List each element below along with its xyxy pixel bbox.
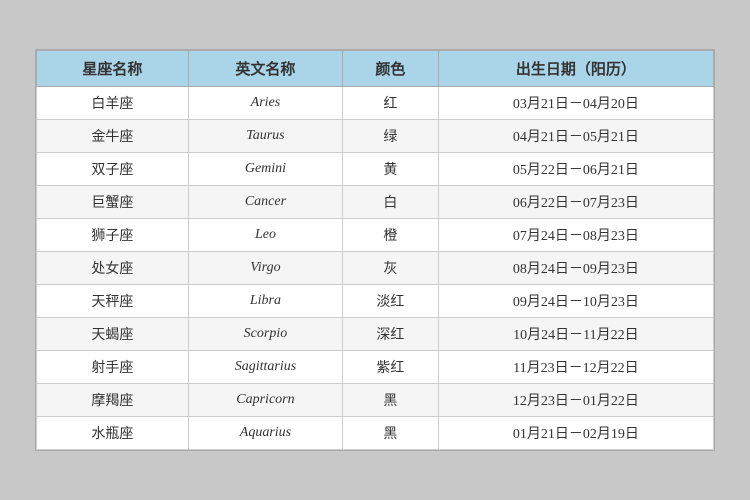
table-row: 白羊座Aries红03月21日－04月20日 bbox=[37, 87, 714, 120]
table-cell: 橙 bbox=[343, 219, 439, 252]
table-cell: 摩羯座 bbox=[37, 384, 189, 417]
table-row: 金牛座Taurus绿04月21日－05月21日 bbox=[37, 120, 714, 153]
table-cell: Scorpio bbox=[188, 318, 342, 351]
table-cell: Leo bbox=[188, 219, 342, 252]
table-cell: Cancer bbox=[188, 186, 342, 219]
table-cell: 灰 bbox=[343, 252, 439, 285]
table-cell: 黑 bbox=[343, 384, 439, 417]
table-cell: 绿 bbox=[343, 120, 439, 153]
table-cell: Virgo bbox=[188, 252, 342, 285]
table-cell: Aquarius bbox=[188, 417, 342, 450]
table-cell: 射手座 bbox=[37, 351, 189, 384]
table-row: 天蝎座Scorpio深红10月24日－11月22日 bbox=[37, 318, 714, 351]
table-cell: 10月24日－11月22日 bbox=[438, 318, 713, 351]
table-cell: 狮子座 bbox=[37, 219, 189, 252]
table-cell: 水瓶座 bbox=[37, 417, 189, 450]
table-cell: Gemini bbox=[188, 153, 342, 186]
table-body: 白羊座Aries红03月21日－04月20日金牛座Taurus绿04月21日－0… bbox=[37, 87, 714, 450]
table-row: 摩羯座Capricorn黑12月23日－01月22日 bbox=[37, 384, 714, 417]
table-cell: 白羊座 bbox=[37, 87, 189, 120]
table-cell: 08月24日－09月23日 bbox=[438, 252, 713, 285]
table-header-cell: 出生日期（阳历） bbox=[438, 51, 713, 87]
table-cell: 09月24日－10月23日 bbox=[438, 285, 713, 318]
table-cell: 黑 bbox=[343, 417, 439, 450]
table-cell: 紫红 bbox=[343, 351, 439, 384]
table-row: 处女座Virgo灰08月24日－09月23日 bbox=[37, 252, 714, 285]
table-cell: 金牛座 bbox=[37, 120, 189, 153]
table-cell: 处女座 bbox=[37, 252, 189, 285]
table-cell: Libra bbox=[188, 285, 342, 318]
table-row: 狮子座Leo橙07月24日－08月23日 bbox=[37, 219, 714, 252]
zodiac-table: 星座名称英文名称颜色出生日期（阳历） 白羊座Aries红03月21日－04月20… bbox=[36, 50, 714, 450]
table-cell: 白 bbox=[343, 186, 439, 219]
table-row: 巨蟹座Cancer白06月22日－07月23日 bbox=[37, 186, 714, 219]
table-header-row: 星座名称英文名称颜色出生日期（阳历） bbox=[37, 51, 714, 87]
table-cell: Capricorn bbox=[188, 384, 342, 417]
table-cell: 双子座 bbox=[37, 153, 189, 186]
table-cell: 11月23日－12月22日 bbox=[438, 351, 713, 384]
table-cell: 01月21日－02月19日 bbox=[438, 417, 713, 450]
table-cell: 淡红 bbox=[343, 285, 439, 318]
table-row: 水瓶座Aquarius黑01月21日－02月19日 bbox=[37, 417, 714, 450]
table-cell: 07月24日－08月23日 bbox=[438, 219, 713, 252]
table-header-cell: 英文名称 bbox=[188, 51, 342, 87]
table-cell: 巨蟹座 bbox=[37, 186, 189, 219]
table-row: 双子座Gemini黄05月22日－06月21日 bbox=[37, 153, 714, 186]
table-cell: Aries bbox=[188, 87, 342, 120]
table-cell: 深红 bbox=[343, 318, 439, 351]
table-cell: Taurus bbox=[188, 120, 342, 153]
table-cell: 06月22日－07月23日 bbox=[438, 186, 713, 219]
table-cell: 黄 bbox=[343, 153, 439, 186]
table-row: 天秤座Libra淡红09月24日－10月23日 bbox=[37, 285, 714, 318]
zodiac-table-container: 星座名称英文名称颜色出生日期（阳历） 白羊座Aries红03月21日－04月20… bbox=[35, 49, 715, 451]
table-cell: Sagittarius bbox=[188, 351, 342, 384]
table-cell: 天秤座 bbox=[37, 285, 189, 318]
table-cell: 12月23日－01月22日 bbox=[438, 384, 713, 417]
table-cell: 03月21日－04月20日 bbox=[438, 87, 713, 120]
table-cell: 天蝎座 bbox=[37, 318, 189, 351]
table-header-cell: 颜色 bbox=[343, 51, 439, 87]
table-header-cell: 星座名称 bbox=[37, 51, 189, 87]
table-row: 射手座Sagittarius紫红11月23日－12月22日 bbox=[37, 351, 714, 384]
table-cell: 04月21日－05月21日 bbox=[438, 120, 713, 153]
table-cell: 红 bbox=[343, 87, 439, 120]
table-cell: 05月22日－06月21日 bbox=[438, 153, 713, 186]
